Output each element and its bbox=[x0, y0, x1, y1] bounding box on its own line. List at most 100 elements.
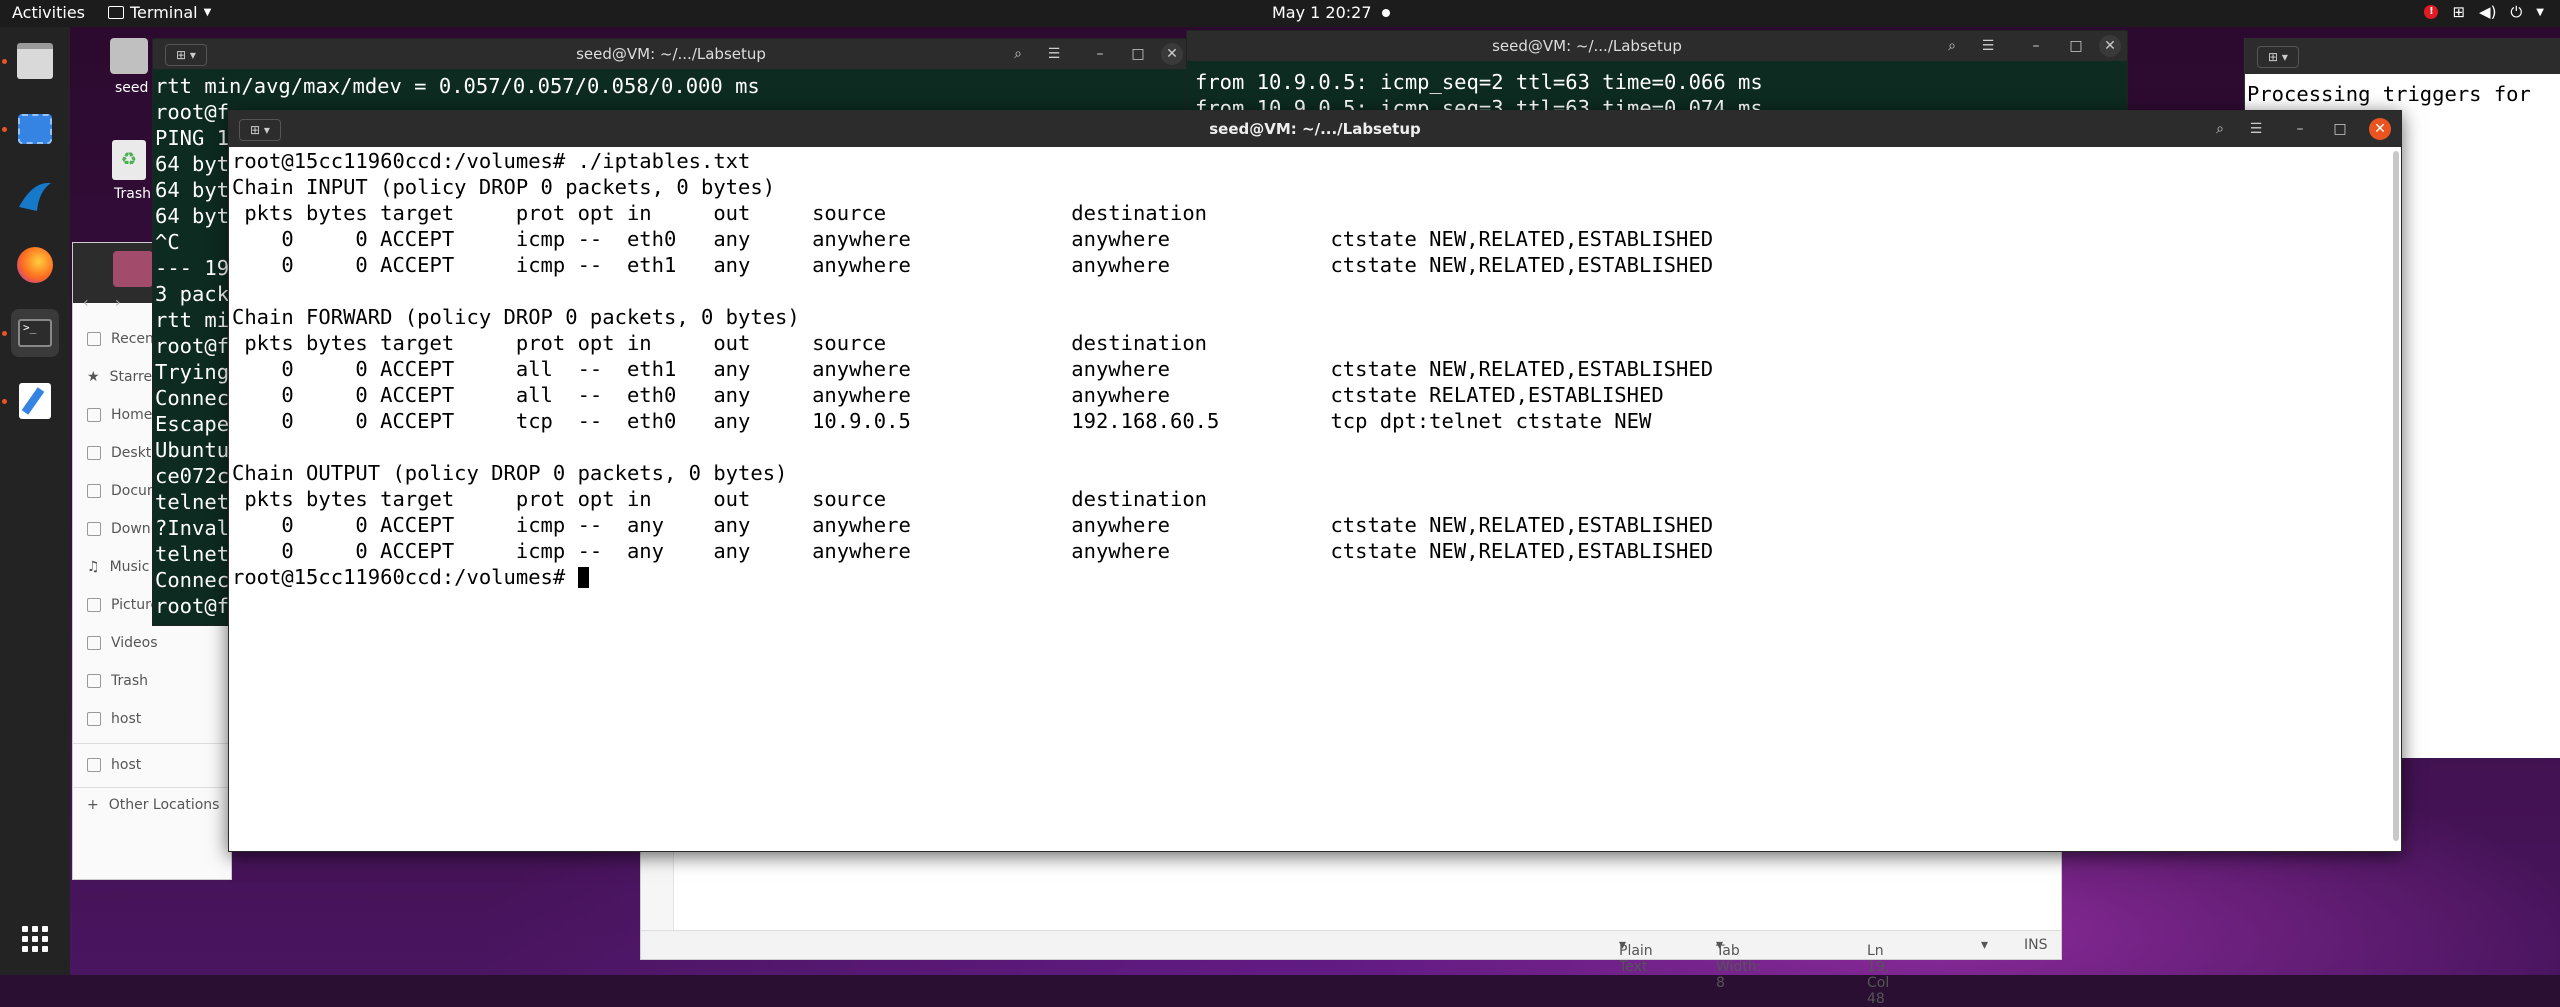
search-icon[interactable]: ⌕ bbox=[1941, 35, 1963, 57]
left-terminal-line: --- 19 bbox=[155, 256, 230, 280]
clock-icon bbox=[87, 332, 101, 346]
search-icon[interactable]: ⌕ bbox=[1007, 43, 1029, 65]
system-tray[interactable]: ! ⊞ ◀) ⏻ ▼ bbox=[2424, 3, 2544, 21]
terminal-line: 0 0 ACCEPT icmp -- any any anywhere anyw… bbox=[232, 539, 1714, 563]
terminal-line: 0 0 ACCEPT all -- eth1 any anywhere anyw… bbox=[232, 357, 1714, 381]
download-icon bbox=[87, 522, 101, 536]
minimize-button[interactable]: – bbox=[2025, 35, 2047, 57]
language-selector[interactable]: Plain Text ▾ bbox=[1619, 937, 1653, 975]
sidebar-item-host[interactable]: host bbox=[87, 711, 141, 727]
video-icon bbox=[87, 636, 101, 650]
star-icon: ★ bbox=[87, 369, 100, 385]
right-terminal-line: Processing triggers for bbox=[2247, 82, 2531, 106]
middle-terminal-window: seed@VM: ~/.../Labsetup ⌕ ☰ – □ ✕ from 1… bbox=[1186, 30, 2128, 120]
left-terminal-line: PING 1 bbox=[155, 126, 230, 150]
left-terminal-line: Ubuntu bbox=[155, 438, 230, 462]
minimize-button[interactable]: – bbox=[2289, 118, 2311, 140]
sidebar-item-home[interactable]: Home bbox=[87, 407, 152, 423]
trash-icon bbox=[87, 674, 101, 688]
chevron-down-icon: ▼ bbox=[203, 7, 212, 18]
terminal-line: 0 0 ACCEPT tcp -- eth0 any 10.9.0.5 192.… bbox=[232, 409, 1652, 433]
screenshot-icon[interactable] bbox=[11, 105, 59, 153]
terminal-line: 0 0 ACCEPT icmp -- any any anywhere anyw… bbox=[232, 513, 1714, 537]
main-terminal-window: ⊞ ▾ seed@VM: ~/.../Labsetup ⌕ ☰ – □ ✕ ro… bbox=[228, 110, 2402, 852]
clock[interactable]: May 1 20:27 bbox=[1272, 3, 1390, 22]
maximize-button[interactable]: □ bbox=[2065, 35, 2087, 57]
middle-terminal-titlebar: seed@VM: ~/.../Labsetup ⌕ ☰ – □ ✕ bbox=[1187, 31, 2127, 61]
left-terminal-line: root@f bbox=[155, 100, 230, 124]
home-icon bbox=[87, 408, 101, 422]
desktop-home-folder-icon[interactable] bbox=[110, 38, 148, 74]
minimize-button[interactable]: – bbox=[1089, 43, 1111, 65]
folder-icon bbox=[87, 712, 101, 726]
alert-icon[interactable]: ! bbox=[2424, 5, 2439, 19]
menu-icon[interactable]: ☰ bbox=[2245, 118, 2267, 140]
tab-width-selector[interactable]: Tab Width: 8 ▾ bbox=[1716, 937, 1761, 991]
left-terminal-line: Escape bbox=[155, 412, 230, 436]
forward-button[interactable]: › bbox=[115, 295, 141, 317]
text-editor-icon[interactable] bbox=[11, 377, 59, 425]
desktop-seed-label: seed bbox=[115, 80, 149, 96]
left-terminal-line: telnet bbox=[155, 490, 230, 514]
sidebar-divider bbox=[73, 743, 231, 744]
left-terminal-line: rtt mi bbox=[155, 308, 230, 332]
music-icon: ♫ bbox=[87, 559, 100, 575]
left-terminal-line: ?Inval bbox=[155, 516, 230, 540]
left-terminal-line: rtt min/avg/max/mdev = 0.057/0.057/0.058… bbox=[155, 74, 760, 98]
terminal-app-icon bbox=[108, 6, 124, 19]
left-terminal-line: 64 byt bbox=[155, 152, 230, 176]
left-terminal-line: Connec bbox=[155, 386, 230, 410]
folder-icon bbox=[87, 446, 101, 460]
left-terminal-titlebar: ⊞ ▾ seed@VM: ~/.../Labsetup ⌕ ☰ – □ ✕ bbox=[153, 39, 1189, 69]
main-terminal-title: seed@VM: ~/.../Labsetup bbox=[1209, 120, 1421, 138]
running-indicator bbox=[2, 59, 7, 64]
desktop-trash-icon[interactable]: ♻ bbox=[112, 140, 146, 180]
back-button[interactable]: ‹ bbox=[83, 295, 109, 317]
left-terminal-line: 3 pack bbox=[155, 282, 230, 306]
terminal-line: pkts bytes target prot opt in out source… bbox=[232, 487, 1208, 511]
chevron-down-icon: ▼ bbox=[2536, 6, 2544, 18]
plus-icon: + bbox=[87, 797, 99, 813]
editor-statusbar: Plain Text ▾ Tab Width: 8 ▾ Ln 19, Col 4… bbox=[641, 930, 2061, 1007]
terminal-prompt[interactable]: root@15cc11960ccd:/volumes# bbox=[232, 565, 589, 589]
terminal-line: pkts bytes target prot opt in out source… bbox=[232, 201, 1208, 225]
firefox-icon[interactable] bbox=[11, 241, 59, 289]
menu-icon[interactable]: ☰ bbox=[1043, 43, 1065, 65]
top-bar: Activities Terminal ▼ May 1 20:27 ! ⊞ ◀)… bbox=[0, 0, 2560, 27]
notification-dot-icon bbox=[1381, 8, 1390, 17]
sidebar-item-starred[interactable]: ★ Starred bbox=[87, 369, 161, 385]
prompt-text: root@15cc11960ccd:/volumes# bbox=[232, 565, 578, 589]
terminal-icon[interactable]: >_ bbox=[11, 309, 59, 357]
search-icon[interactable]: ⌕ bbox=[2209, 118, 2231, 140]
files-icon[interactable] bbox=[11, 37, 59, 85]
main-terminal-output[interactable]: root@15cc11960ccd:/volumes# ./iptables.t… bbox=[229, 147, 2401, 851]
scrollbar[interactable] bbox=[2393, 151, 2399, 841]
running-indicator bbox=[2, 399, 7, 404]
sidebar-divider bbox=[73, 787, 231, 788]
volume-icon: ◀) bbox=[2479, 3, 2497, 21]
close-button[interactable]: ✕ bbox=[2099, 35, 2121, 57]
maximize-button[interactable]: □ bbox=[2329, 118, 2351, 140]
right-terminal-titlebar: ⊞ ▾ bbox=[2245, 38, 2560, 74]
power-icon: ⏻ bbox=[2510, 3, 2523, 21]
left-terminal-line: Trying bbox=[155, 360, 230, 384]
app-menu[interactable]: Terminal ▼ bbox=[108, 3, 211, 22]
new-tab-button[interactable]: ⊞ ▾ bbox=[2257, 46, 2299, 68]
terminal-line: root@15cc11960ccd:/volumes# ./iptables.t… bbox=[232, 149, 751, 173]
dock: >_ bbox=[0, 27, 70, 975]
sidebar-item-host-mount[interactable]: host bbox=[87, 757, 141, 773]
chevron-down-icon: ▾ bbox=[1981, 937, 1989, 953]
sidebar-item-music[interactable]: ♫ Music bbox=[87, 559, 149, 575]
app-grid-icon[interactable] bbox=[11, 915, 59, 963]
sidebar-item-recent[interactable]: Recent bbox=[87, 331, 159, 347]
sidebar-item-other-locations[interactable]: + Other Locations bbox=[87, 797, 219, 813]
close-button[interactable]: ✕ bbox=[2369, 118, 2391, 140]
wireshark-icon[interactable] bbox=[11, 173, 59, 221]
left-terminal-line: 64 byt bbox=[155, 204, 230, 228]
menu-icon[interactable]: ☰ bbox=[1977, 35, 1999, 57]
terminal-line: Chain INPUT (policy DROP 0 packets, 0 by… bbox=[232, 175, 776, 199]
main-terminal-titlebar: ⊞ ▾ seed@VM: ~/.../Labsetup ⌕ ☰ – □ ✕ bbox=[229, 111, 2401, 147]
sidebar-item-videos[interactable]: Videos bbox=[87, 635, 158, 651]
sidebar-item-trash[interactable]: Trash bbox=[87, 673, 148, 689]
activities-button[interactable]: Activities bbox=[12, 3, 85, 22]
